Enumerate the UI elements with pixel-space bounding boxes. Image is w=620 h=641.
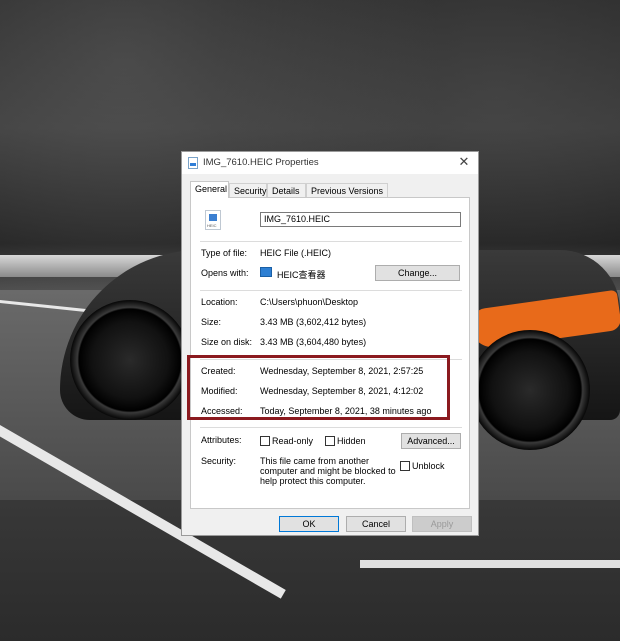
divider: [200, 427, 462, 428]
car-wheel-front: [70, 300, 190, 420]
attributes-label: Attributes:: [201, 435, 242, 445]
advanced-button[interactable]: Advanced...: [401, 433, 461, 449]
image-icon: [209, 214, 217, 221]
security-warning-text: This file came from another computer and…: [260, 456, 396, 486]
unblock-label[interactable]: Unblock: [412, 461, 445, 471]
close-icon[interactable]: ✕: [457, 154, 471, 170]
ok-button[interactable]: OK: [279, 516, 339, 532]
tab-security[interactable]: Security: [229, 183, 267, 197]
tab-previous-versions[interactable]: Previous Versions: [306, 183, 388, 197]
security-label: Security:: [201, 456, 237, 466]
hidden-checkbox[interactable]: [325, 436, 335, 446]
window-title: IMG_7610.HEIC Properties: [203, 157, 319, 168]
tab-details[interactable]: Details: [267, 183, 306, 197]
hidden-label[interactable]: Hidden: [337, 436, 366, 446]
size-on-disk-value: 3.43 MB (3,604,480 bytes): [260, 337, 367, 347]
readonly-checkbox[interactable]: [260, 436, 270, 446]
general-panel: HEIC IMG_7610.HEIC Type of file: HEIC Fi…: [190, 197, 470, 509]
divider: [200, 241, 462, 242]
heic-viewer-app-icon: [260, 267, 272, 277]
opens-with-label: Opens with:: [201, 268, 249, 278]
opens-with-value: HEIC查看器: [277, 270, 326, 280]
divider: [200, 290, 462, 291]
properties-dialog: IMG_7610.HEIC Properties ✕ General Secur…: [181, 151, 479, 536]
location-value: C:\Users\phuon\Desktop: [260, 297, 359, 307]
filename-input[interactable]: IMG_7610.HEIC: [260, 212, 461, 227]
file-icon-label: HEIC: [207, 223, 217, 228]
size-value: 3.43 MB (3,602,412 bytes): [260, 317, 367, 327]
timestamps-highlight-box: [187, 355, 450, 420]
road-marking-right: [360, 560, 620, 568]
unblock-checkbox[interactable]: [400, 461, 410, 471]
location-label: Location:: [201, 297, 238, 307]
change-button[interactable]: Change...: [375, 265, 460, 281]
car-wheel-rear: [470, 330, 590, 450]
tab-general[interactable]: General: [190, 181, 229, 198]
heic-file-icon: HEIC: [205, 210, 221, 230]
size-on-disk-label: Size on disk:: [201, 337, 253, 347]
readonly-label[interactable]: Read-only: [272, 436, 313, 446]
size-label: Size:: [201, 317, 222, 327]
title-bar[interactable]: IMG_7610.HEIC Properties ✕: [182, 152, 478, 174]
file-icon: [188, 157, 198, 169]
type-value: HEIC File (.HEIC): [260, 248, 332, 258]
cancel-button[interactable]: Cancel: [346, 516, 406, 532]
type-label: Type of file:: [201, 248, 248, 258]
apply-button[interactable]: Apply: [412, 516, 472, 532]
